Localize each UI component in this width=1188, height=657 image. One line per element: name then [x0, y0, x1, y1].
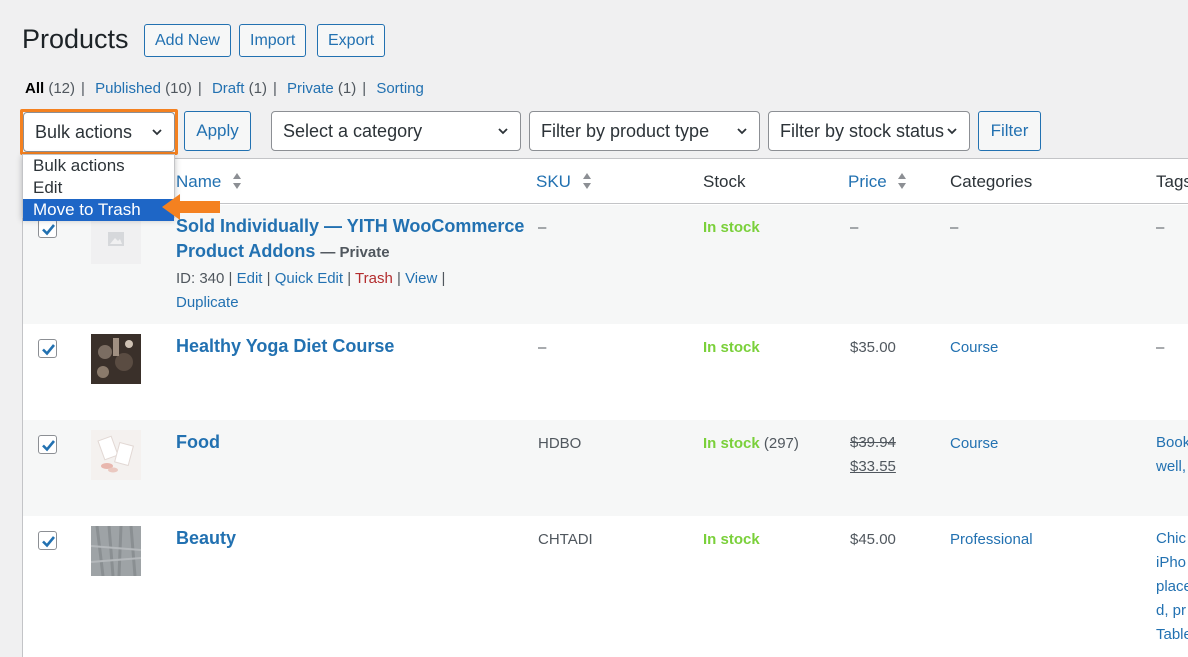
column-name[interactable]: Name — [176, 172, 242, 192]
food-photo-image — [91, 430, 141, 480]
duplicate-link[interactable]: Duplicate — [176, 294, 239, 311]
stock-status-select[interactable]: Filter by stock status — [768, 111, 970, 151]
column-tags: Tags — [1156, 172, 1188, 191]
row-checkbox[interactable] — [38, 219, 57, 238]
regular-price: $39.94 — [850, 434, 896, 451]
product-name-link[interactable]: Beauty — [176, 526, 236, 551]
sort-icon — [233, 173, 242, 189]
view-published[interactable]: Published — [95, 80, 161, 97]
export-button[interactable]: Export — [317, 24, 386, 57]
arrow-annotation-icon — [162, 194, 220, 220]
row-checkbox[interactable] — [38, 531, 57, 550]
checkmark-icon — [42, 224, 56, 236]
product-status: — Private — [320, 244, 390, 261]
view-all[interactable]: All — [25, 80, 44, 97]
view-link[interactable]: View — [405, 270, 437, 287]
fabric-photo-image — [90, 525, 142, 577]
product-thumbnail[interactable] — [90, 525, 142, 577]
category-link[interactable]: Professional — [950, 531, 1033, 548]
view-private-count: (1) — [337, 80, 357, 97]
edit-link[interactable]: Edit — [237, 270, 263, 287]
category-link[interactable]: Course — [950, 339, 998, 356]
view-draft[interactable]: Draft — [212, 80, 245, 97]
option-move-to-trash[interactable]: Move to Trash — [23, 199, 174, 221]
checkmark-icon — [42, 440, 56, 452]
checkmark-icon — [42, 536, 56, 548]
price-value: $45.00 — [850, 531, 896, 548]
view-private[interactable]: Private — [287, 80, 334, 97]
sort-icon — [898, 173, 907, 189]
import-button[interactable]: Import — [239, 24, 307, 57]
view-draft-count: (1) — [248, 80, 267, 97]
view-published-count: (10) — [165, 80, 192, 97]
sale-price: $33.55 — [850, 458, 896, 475]
highlight-box — [20, 109, 178, 155]
sku-value: CHTADI — [538, 531, 593, 548]
option-bulk-actions[interactable]: Bulk actions — [23, 155, 174, 177]
product-name-link[interactable]: Healthy Yoga Diet Course — [176, 334, 394, 359]
trash-link[interactable]: Trash — [355, 270, 393, 287]
category-select[interactable]: Select a category — [271, 111, 521, 151]
stock-status: In stock — [703, 531, 760, 548]
category-value: – — [950, 219, 959, 236]
apply-button[interactable]: Apply — [184, 111, 251, 151]
sku-value: HDBO — [538, 435, 582, 452]
views-filter: All (12) | Published (10) | Draft (1) | Pri… — [25, 80, 424, 97]
quick-edit-link[interactable]: Quick Edit — [275, 270, 343, 287]
filter-button[interactable]: Filter — [978, 111, 1041, 151]
row-checkbox[interactable] — [38, 435, 57, 454]
food-photo-image — [91, 334, 141, 384]
sort-icon — [582, 173, 591, 189]
chevron-down-icon — [947, 128, 957, 135]
tags-value: – — [1156, 219, 1165, 236]
option-edit[interactable]: Edit — [23, 177, 174, 199]
sku-value: – — [538, 219, 547, 236]
product-thumbnail[interactable] — [91, 214, 141, 264]
row-actions: ID: 340 | Edit | Quick Edit | Trash | Vi… — [176, 270, 446, 311]
tags-value[interactable]: Book well, — [1156, 431, 1188, 479]
page-title: Products — [22, 24, 129, 54]
price-value: $35.00 — [850, 339, 896, 356]
product-type-select[interactable]: Filter by product type — [529, 111, 760, 151]
column-stock: Stock — [703, 172, 746, 191]
price-value: – — [850, 219, 859, 236]
column-price[interactable]: Price — [848, 172, 907, 192]
sku-value: – — [538, 339, 547, 356]
stock-status: In stock — [703, 219, 760, 236]
chevron-down-icon — [498, 128, 508, 135]
product-id: ID: 340 — [176, 270, 225, 287]
product-thumbnail[interactable] — [91, 430, 141, 480]
stock-status: In stock (297) — [703, 435, 799, 452]
product-thumbnail[interactable] — [91, 334, 141, 384]
product-name-link[interactable]: Sold Individually — YITH WooCommerce Pro… — [176, 214, 524, 265]
category-link[interactable]: Course — [950, 435, 998, 452]
row-checkbox[interactable] — [38, 339, 57, 358]
bulk-actions-dropdown: Bulk actions Edit Move to Trash — [22, 154, 175, 221]
chevron-down-icon — [737, 128, 747, 135]
tags-value: – — [1156, 339, 1165, 356]
view-sorting[interactable]: Sorting — [376, 80, 424, 97]
price-value: $39.94 $33.55 — [850, 431, 896, 479]
product-name-link[interactable]: Food — [176, 430, 220, 455]
image-placeholder-icon — [108, 232, 124, 246]
stock-quantity: (297) — [763, 435, 799, 452]
add-new-button[interactable]: Add New — [144, 24, 231, 57]
column-sku[interactable]: SKU — [536, 172, 592, 192]
column-categories: Categories — [950, 172, 1033, 191]
stock-status: In stock — [703, 339, 760, 356]
tags-value[interactable]: Chic iPho place d, pr Table — [1156, 527, 1188, 647]
view-all-count: (12) — [48, 80, 76, 97]
checkmark-icon — [42, 344, 56, 356]
